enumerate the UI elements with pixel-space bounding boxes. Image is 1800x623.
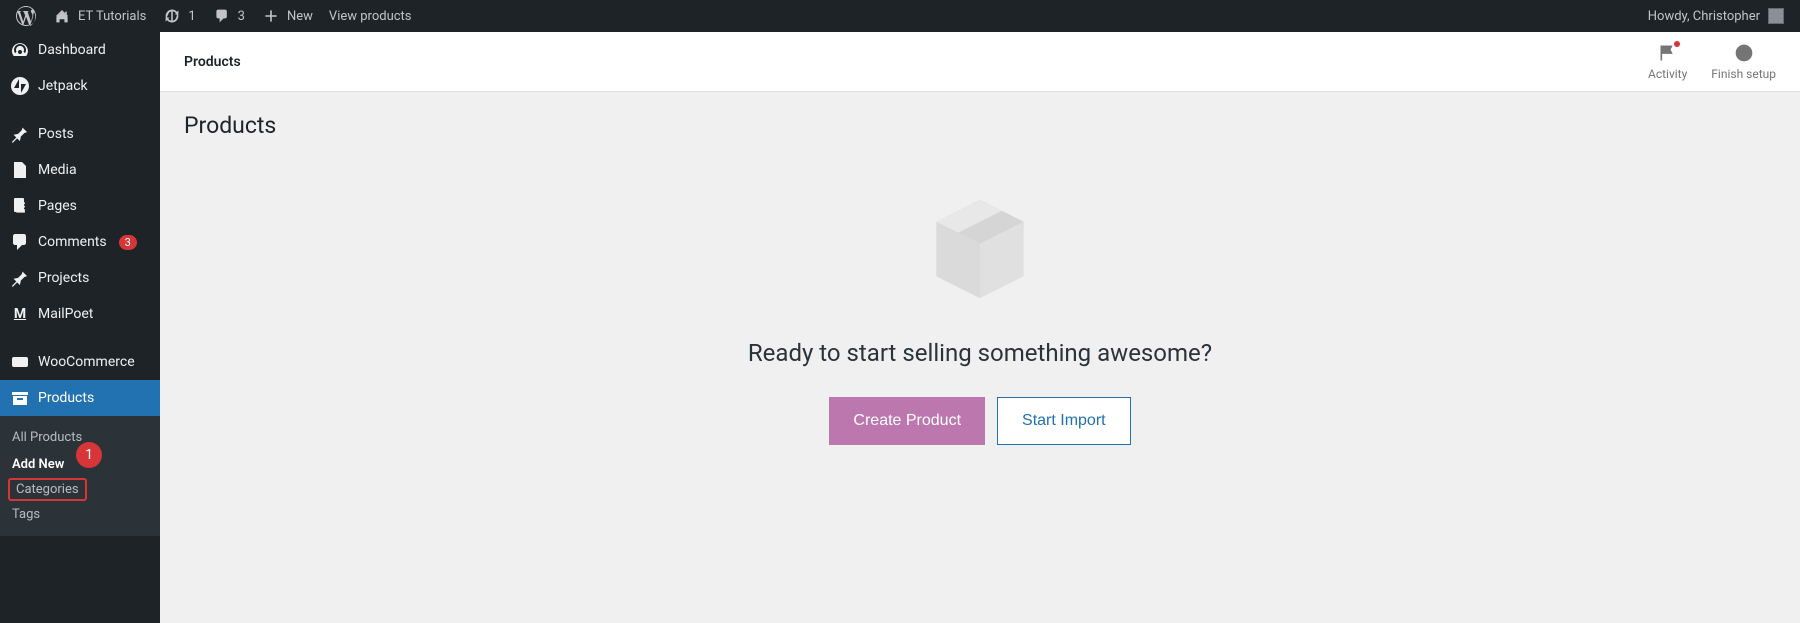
update-icon <box>162 6 182 26</box>
comments-count: 3 <box>238 9 245 24</box>
sidebar-item-pages[interactable]: Pages <box>0 188 160 224</box>
site-name-text: ET Tutorials <box>78 9 146 24</box>
sidebar-item-label: MailPoet <box>38 306 93 322</box>
pin-icon <box>10 268 30 288</box>
new-text: New <box>287 9 313 24</box>
comments-item[interactable]: 3 <box>204 0 253 32</box>
page-content: Products Ready to start selling somethin… <box>160 92 1800 505</box>
topbar-actions: Activity Finish setup <box>1648 43 1776 81</box>
sidebar-item-mailpoet[interactable]: M MailPoet <box>0 296 160 332</box>
notification-dot <box>1674 41 1680 47</box>
media-icon <box>10 160 30 180</box>
view-products-text: View products <box>329 9 412 24</box>
sidebar-item-label: WooCommerce <box>38 354 135 370</box>
sidebar-item-label: Jetpack <box>38 78 88 94</box>
page-icon <box>10 196 30 216</box>
greeting-text: Howdy, Christopher <box>1648 9 1760 24</box>
wp-logo[interactable] <box>8 0 44 32</box>
submenu-tags[interactable]: Tags <box>0 501 160 528</box>
site-name[interactable]: ET Tutorials <box>44 0 154 32</box>
clock-icon <box>1734 43 1754 63</box>
create-product-button[interactable]: Create Product <box>829 397 985 445</box>
sidebar-item-label: Dashboard <box>38 42 106 58</box>
comment-icon <box>10 232 30 252</box>
dashboard-icon <box>10 40 30 60</box>
page-title: Products <box>184 112 1776 139</box>
sidebar-item-label: Pages <box>38 198 77 214</box>
finish-setup-label: Finish setup <box>1711 67 1776 81</box>
callout-marker: 1 <box>76 442 102 468</box>
admin-bar-right[interactable]: Howdy, Christopher <box>1648 8 1792 24</box>
admin-bar-left: ET Tutorials 1 3 New View products <box>8 0 420 32</box>
flag-icon <box>1658 43 1678 63</box>
sidebar-item-projects[interactable]: Projects <box>0 260 160 296</box>
admin-bar: ET Tutorials 1 3 New View products Howdy… <box>0 0 1800 32</box>
empty-actions: Create Product Start Import <box>184 397 1776 445</box>
activity-action[interactable]: Activity <box>1648 43 1687 81</box>
empty-heading: Ready to start selling something awesome… <box>184 339 1776 367</box>
sidebar-item-jetpack[interactable]: Jetpack <box>0 68 160 104</box>
updates-count: 1 <box>188 9 195 24</box>
jetpack-icon <box>10 76 30 96</box>
new-item[interactable]: New <box>253 0 321 32</box>
home-icon <box>52 6 72 26</box>
sidebar-item-label: Comments <box>38 234 107 250</box>
submenu-categories[interactable]: Categories <box>8 478 87 501</box>
finish-setup-action[interactable]: Finish setup <box>1711 43 1776 81</box>
sidebar-item-dashboard[interactable]: Dashboard <box>0 32 160 68</box>
view-products-item[interactable]: View products <box>321 0 420 32</box>
avatar <box>1768 8 1784 24</box>
comment-icon <box>212 6 232 26</box>
pin-icon <box>10 124 30 144</box>
sidebar-item-label: Projects <box>38 270 89 286</box>
archive-icon <box>10 388 30 408</box>
sidebar: Dashboard Jetpack Posts Media Pages <box>0 32 160 623</box>
sidebar-item-label: Posts <box>38 126 74 142</box>
sidebar-item-products[interactable]: Products <box>0 380 160 416</box>
plus-icon <box>261 6 281 26</box>
sidebar-item-media[interactable]: Media <box>0 152 160 188</box>
sidebar-item-label: Media <box>38 162 77 178</box>
sidebar-item-label: Products <box>38 390 94 406</box>
sidebar-item-posts[interactable]: Posts <box>0 116 160 152</box>
main-content: Products Activity Finish setup <box>160 32 1800 623</box>
start-import-button[interactable]: Start Import <box>997 397 1131 445</box>
comments-badge: 3 <box>119 235 137 250</box>
activity-label: Activity <box>1648 67 1687 81</box>
mailpoet-icon: M <box>10 304 30 324</box>
topbar-title: Products <box>184 54 241 70</box>
empty-state: Ready to start selling something awesome… <box>184 169 1776 485</box>
wordpress-icon <box>16 6 36 26</box>
submenu-products: All Products Add New Categories Tags 1 <box>0 416 160 536</box>
woo-icon <box>10 352 30 372</box>
updates-item[interactable]: 1 <box>154 0 203 32</box>
topbar: Products Activity Finish setup <box>160 32 1800 92</box>
box-icon <box>925 189 1035 309</box>
sidebar-item-comments[interactable]: Comments 3 <box>0 224 160 260</box>
sidebar-item-woocommerce[interactable]: WooCommerce <box>0 344 160 380</box>
